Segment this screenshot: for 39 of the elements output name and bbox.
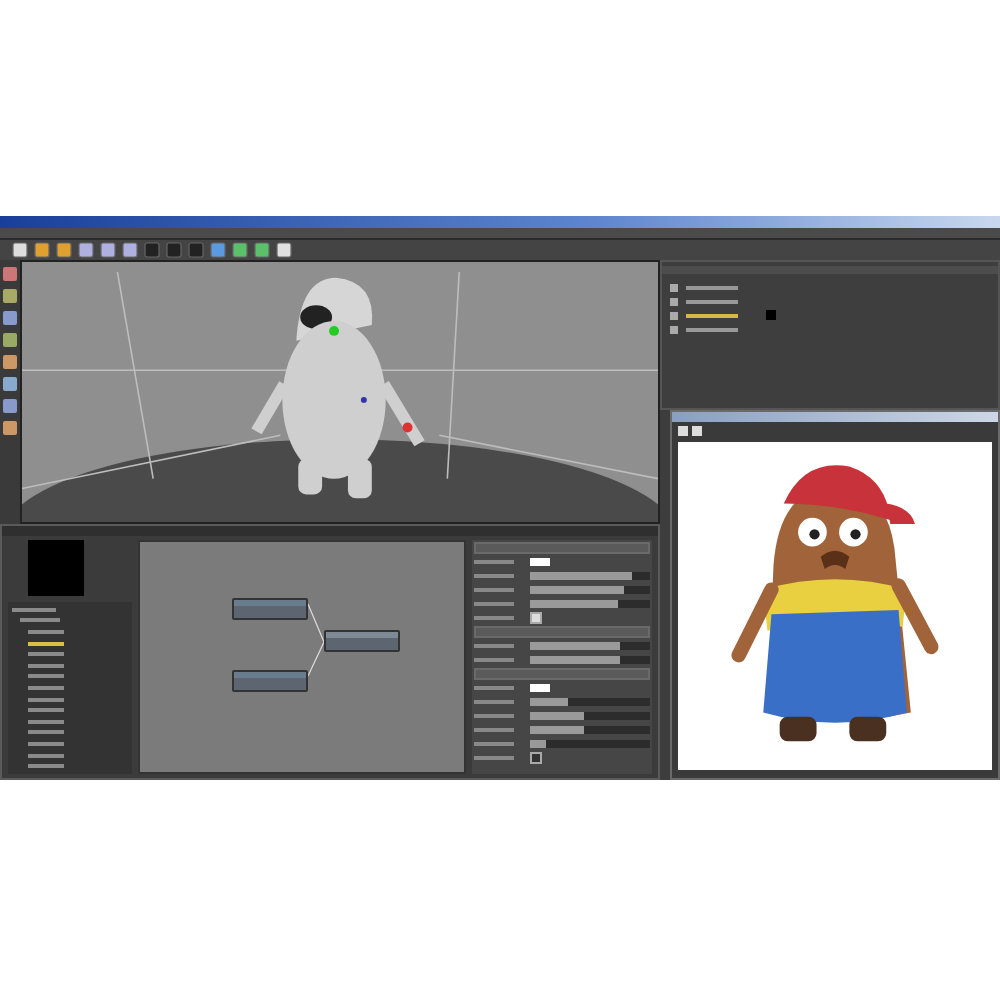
connector-line <box>307 603 325 643</box>
slider-track[interactable] <box>530 600 650 608</box>
square-icon[interactable] <box>122 242 138 258</box>
slider-track[interactable] <box>530 586 650 594</box>
square-icon[interactable] <box>276 242 292 258</box>
square-icon[interactable] <box>12 242 28 258</box>
node-canvas[interactable] <box>138 540 466 774</box>
slider-track[interactable] <box>530 642 650 650</box>
square-icon[interactable] <box>254 242 270 258</box>
input-node[interactable] <box>232 670 308 692</box>
character-model-drawing[interactable] <box>251 277 425 499</box>
square-icon[interactable] <box>2 266 18 282</box>
square-icon[interactable] <box>210 242 226 258</box>
color-swatch[interactable] <box>530 558 550 566</box>
square-icon[interactable] <box>56 242 72 258</box>
slider-track[interactable] <box>530 712 650 720</box>
square-icon[interactable] <box>78 242 94 258</box>
square-icon[interactable] <box>2 288 18 304</box>
output-node[interactable] <box>324 630 400 652</box>
square-icon[interactable] <box>2 310 18 326</box>
square-icon[interactable] <box>34 242 50 258</box>
material-preview <box>28 540 84 596</box>
square-icon[interactable] <box>2 420 18 436</box>
square-icon[interactable] <box>2 376 18 392</box>
stop-button[interactable] <box>692 425 702 435</box>
slider-track[interactable] <box>530 656 650 664</box>
square-icon[interactable] <box>100 242 116 258</box>
checkbox[interactable] <box>530 752 542 764</box>
square-icon[interactable] <box>2 332 18 348</box>
checkbox[interactable] <box>530 612 542 624</box>
connector-line <box>307 641 325 677</box>
input-node[interactable] <box>232 598 308 620</box>
color-swatch[interactable] <box>530 684 550 692</box>
square-icon[interactable] <box>2 354 18 370</box>
slider-track[interactable] <box>530 698 650 706</box>
square-icon[interactable] <box>2 398 18 414</box>
slider-track[interactable] <box>530 726 650 734</box>
square-icon[interactable] <box>232 242 248 258</box>
play-button[interactable] <box>678 425 688 435</box>
